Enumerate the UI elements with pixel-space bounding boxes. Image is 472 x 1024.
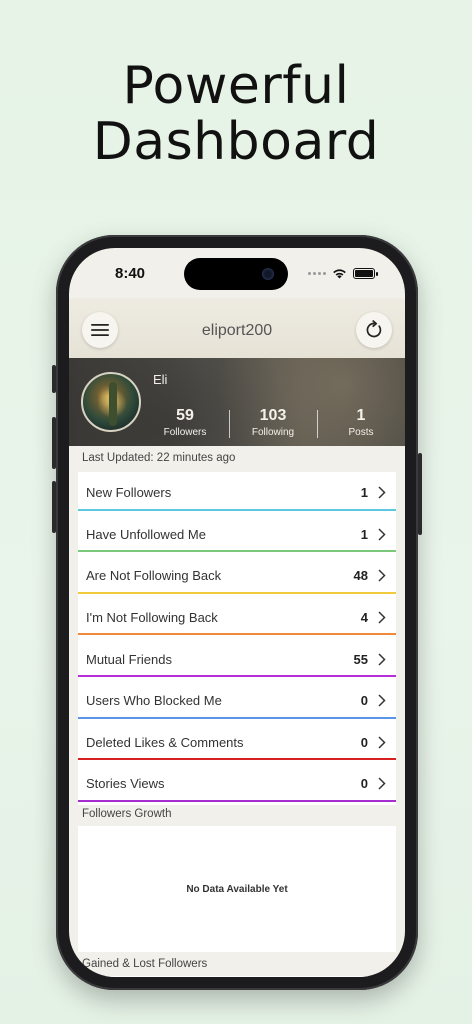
row-count: 0 — [360, 693, 368, 709]
row-label: Stories Views — [86, 776, 165, 792]
stat-following-value: 103 — [259, 407, 287, 424]
row-label: Are Not Following Back — [86, 568, 222, 584]
chevron-right-icon — [376, 611, 388, 625]
top-nav-bar: eliport200 — [69, 298, 405, 358]
profile-stats: 59 Followers 103 Following 1 Posts — [141, 406, 405, 439]
stat-following-label: Following — [251, 427, 295, 438]
chevron-right-icon — [376, 652, 388, 666]
followers-growth-title: Followers Growth — [82, 808, 172, 820]
row-label: I'm Not Following Back — [86, 610, 218, 626]
headline-line-2: Dashboard — [92, 112, 380, 172]
row-color-bar — [78, 799, 396, 802]
phone-frame: 8:40 eliport200 Eli 59 Followers 103 Fol… — [52, 235, 422, 990]
row-label: Mutual Friends — [86, 651, 172, 667]
row-color-bar — [78, 716, 396, 719]
row-color-bar — [78, 674, 396, 677]
row-mutual-friends[interactable]: Mutual Friends 55 — [78, 638, 396, 680]
dynamic-island — [184, 258, 288, 290]
row-label: Users Who Blocked Me — [86, 693, 222, 709]
chevron-right-icon — [376, 486, 388, 500]
row-label: Deleted Likes & Comments — [86, 734, 244, 750]
row-have-unfollowed-me[interactable]: Have Unfollowed Me 1 — [78, 513, 396, 556]
app-screen: 8:40 eliport200 Eli 59 Followers 103 Fol… — [69, 248, 405, 977]
chevron-right-icon — [376, 694, 388, 708]
refresh-button[interactable] — [356, 312, 392, 348]
row-count: 55 — [353, 651, 368, 667]
profile-name: Eli — [153, 372, 168, 387]
gained-lost-title: Gained & Lost Followers — [82, 958, 208, 970]
row-count: 1 — [360, 526, 368, 542]
phone-volume-up-button — [52, 417, 56, 469]
status-indicators — [308, 268, 378, 279]
row-new-followers[interactable]: New Followers 1 — [78, 472, 396, 514]
battery-icon — [353, 268, 378, 279]
row-count: 4 — [360, 610, 368, 626]
row-not-following-back[interactable]: Are Not Following Back 48 — [78, 555, 396, 597]
stat-following: 103 Following — [229, 406, 317, 439]
chevron-right-icon — [376, 777, 388, 791]
stat-posts: 1 Posts — [317, 406, 405, 439]
empty-state-text: No Data Available Yet — [186, 883, 288, 895]
account-username: eliport200 — [201, 322, 273, 339]
stat-posts-label: Posts — [348, 427, 374, 438]
wifi-icon — [333, 269, 346, 279]
row-count: 1 — [360, 485, 368, 501]
signal-dots-icon — [308, 272, 326, 275]
avatar[interactable] — [81, 372, 141, 432]
row-label: New Followers — [86, 485, 172, 501]
stat-followers-label: Followers — [163, 427, 207, 438]
refresh-icon — [366, 320, 382, 338]
phone-volume-down-button — [52, 481, 56, 533]
row-count: 0 — [360, 776, 368, 792]
gained-lost-card — [78, 976, 396, 977]
camera-icon — [262, 268, 274, 280]
stat-posts-value: 1 — [356, 407, 366, 424]
chevron-right-icon — [376, 735, 388, 749]
followers-growth-chart: No Data Available Yet — [78, 826, 396, 952]
headline-line-1: Powerful — [122, 56, 350, 116]
row-count: 0 — [360, 734, 368, 750]
promo-headline: Powerful Dashboard — [0, 58, 472, 170]
row-color-bar — [78, 633, 396, 636]
phone-power-button — [418, 453, 422, 535]
stat-followers-value: 59 — [176, 407, 194, 424]
phone-action-button — [52, 365, 56, 393]
insights-list: New Followers 1 Have Unfollowed Me 1 Are… — [78, 472, 396, 805]
row-label: Have Unfollowed Me — [86, 526, 206, 542]
stat-followers: 59 Followers — [141, 406, 229, 439]
status-time: 8:40 — [115, 265, 146, 282]
row-users-who-blocked-me[interactable]: Users Who Blocked Me 0 — [78, 679, 396, 722]
chevron-right-icon — [376, 527, 388, 541]
profile-header: Eli 59 Followers 103 Following 1 Posts — [69, 358, 405, 446]
row-color-bar — [78, 758, 396, 761]
row-im-not-following-back[interactable]: I'm Not Following Back 4 — [78, 596, 396, 639]
row-color-bar — [78, 550, 396, 553]
row-color-bar — [78, 591, 396, 594]
row-stories-views[interactable]: Stories Views 0 — [78, 763, 396, 805]
row-color-bar — [78, 508, 396, 511]
chevron-right-icon — [376, 569, 388, 583]
row-count: 48 — [353, 568, 368, 584]
last-updated-text: Last Updated: 22 minutes ago — [82, 452, 236, 464]
row-deleted-likes-comments[interactable]: Deleted Likes & Comments 0 — [78, 721, 396, 764]
